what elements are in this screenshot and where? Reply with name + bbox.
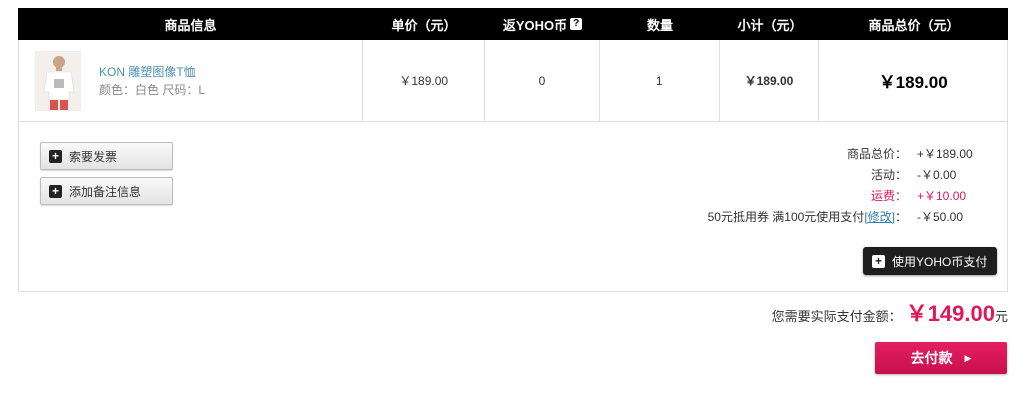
use-yoho-coin-button[interactable]: + 使用YOHO币支付 [863,247,997,275]
product-cell: KON 雕塑图像T恤 颜色：白色 尺码：L [19,40,364,121]
add-remark-label: 添加备注信息 [69,184,142,199]
go-pay-label: 去付款 [910,350,953,366]
plus-icon: + [49,149,62,163]
coupon-label-group: 50元抵用券 满100元使用支付[修改]： [708,207,907,228]
header-unit-price: 单价（元） [391,17,457,33]
header-product-total: 商品总价（元） [868,17,960,33]
header-yoho-coin-label: 返YOHO币 [502,17,568,33]
summary-shipping: 运费： +￥10.00 [708,186,989,207]
arrow-right-icon: ▶ [964,352,972,363]
payment-label: 您需要实际支付金额： [771,309,902,324]
coupon-colon: ： [894,210,907,224]
goods-total-label: 商品总价： [846,147,907,161]
summary-goods-total: 商品总价： +￥189.00 [708,144,989,165]
cart-item-row: KON 雕塑图像T恤 颜色：白色 尺码：L ￥189.00 0 1 ￥189.0… [18,40,1008,122]
payment-amount-line: 您需要实际支付金额： ￥149.00 元 [772,296,1008,328]
shipping-label: 运费： [870,189,907,203]
price-summary: 商品总价： +￥189.00 活动： -￥0.00 运费： +￥10.00 50… [708,144,989,228]
order-summary-panel: + 索要发票 + 添加备注信息 商品总价： +￥189.00 活动： -￥0.0… [18,122,1008,292]
total-cell: ￥189.00 [819,40,1007,121]
activity-value: -￥0.00 [917,168,957,182]
yoho-coin-cell: 0 [485,40,600,121]
cart-table-header: 商品信息 单价（元） 返YOHO币 ? 数量 小计（元） 商品总价（元） [18,8,1008,40]
activity-label: 活动： [870,168,907,182]
summary-coupon: 50元抵用券 满100元使用支付[修改]： -￥50.00 [708,207,989,228]
unit-price-cell: ￥189.00 [363,40,486,121]
coupon-value: -￥50.00 [917,210,964,224]
coupon-label: 50元抵用券 满100元使用支付 [707,210,865,224]
quantity-cell: 1 [600,40,720,121]
product-thumbnail[interactable] [35,50,81,111]
summary-activity: 活动： -￥0.00 [708,165,989,186]
payment-unit: 元 [994,309,1008,324]
shipping-value: +￥10.00 [917,189,967,203]
product-attributes: 颜色：白色 尺码：L [99,82,206,97]
request-invoice-label: 索要发票 [69,149,118,164]
tshirt-model-icon [36,51,80,110]
product-name-link[interactable]: KON 雕塑图像T恤 [99,63,205,81]
goods-total-value: +￥189.00 [917,147,973,161]
payment-amount: ￥149.00 [905,301,995,326]
help-icon[interactable]: ? [570,18,583,30]
plus-icon: + [872,254,885,268]
use-yoho-coin-label: 使用YOHO币支付 [892,254,988,269]
request-invoice-button[interactable]: + 索要发票 [40,142,173,170]
subtotal-cell: ￥189.00 [720,40,820,121]
header-product-info: 商品信息 [164,17,217,33]
shopping-cart: 商品信息 单价（元） 返YOHO币 ? 数量 小计（元） 商品总价（元） KON… [18,8,1008,292]
plus-icon: + [49,184,62,198]
modify-coupon-link[interactable]: [修改] [864,210,895,224]
product-info: KON 雕塑图像T恤 颜色：白色 尺码：L [99,63,205,99]
header-yoho-coin: 返YOHO币 ? [485,8,600,40]
header-quantity: 数量 [646,17,673,33]
header-subtotal: 小计（元） [737,17,803,33]
go-pay-button[interactable]: 去付款 ▶ [875,342,1007,374]
add-remark-button[interactable]: + 添加备注信息 [40,177,173,205]
total-price: ￥189.00 [878,73,948,92]
